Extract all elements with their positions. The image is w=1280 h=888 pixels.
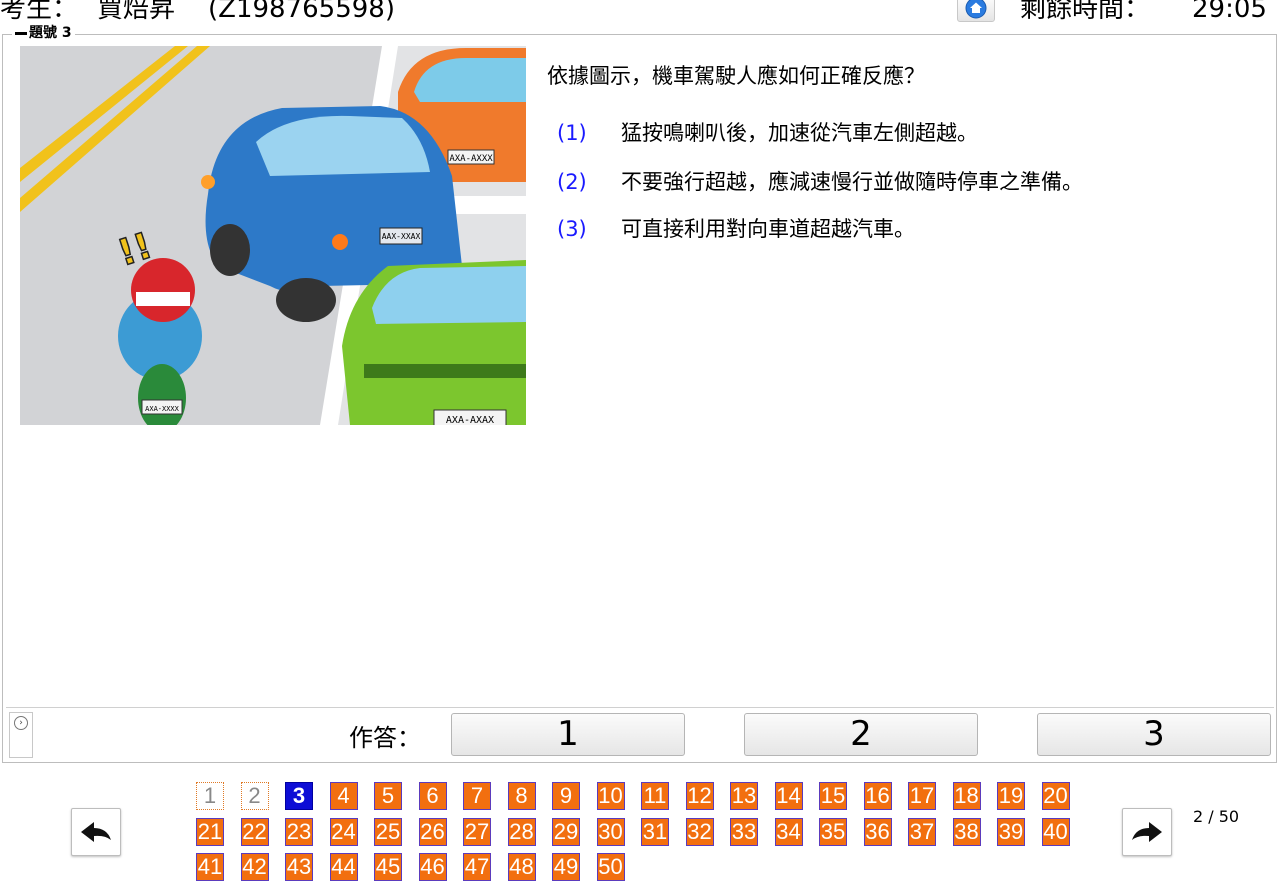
question-nav-item[interactable]: 6	[418, 782, 447, 810]
question-nav-item[interactable]: 7	[463, 782, 491, 810]
time-label: 剩餘時間：	[1020, 0, 1151, 24]
page-counter: 2 / 50	[1193, 807, 1240, 826]
next-question-button[interactable]	[1122, 808, 1172, 856]
question-nav-item[interactable]: 9	[552, 782, 580, 810]
question-nav-item[interactable]: 2	[240, 782, 269, 810]
question-nav-item[interactable]: 28	[507, 817, 536, 846]
question-nav-item[interactable]: 32	[685, 817, 714, 846]
question-nav-item[interactable]: 14	[774, 782, 803, 810]
question-nav-item[interactable]: 29	[552, 817, 580, 846]
question-nav-item[interactable]: 47	[463, 853, 491, 881]
home-icon	[965, 0, 987, 19]
option-3: (3) 可直接利用對向車道超越汽車。	[557, 213, 915, 245]
question-nav-item[interactable]: 19	[997, 782, 1025, 810]
back-arrow-icon	[81, 822, 111, 842]
question-nav-item[interactable]: 21	[196, 817, 224, 846]
examinee-id: (Z198765598)	[208, 0, 395, 24]
question-nav-item[interactable]: 33	[730, 817, 758, 846]
question-nav-item[interactable]: 36	[863, 817, 892, 846]
option-1-number: (1)	[557, 121, 587, 145]
answer-button-3[interactable]: 3	[1037, 713, 1271, 756]
question-number-legend: 題號 3	[12, 25, 75, 41]
chevron-right-circle-icon: ›	[14, 716, 28, 730]
traffic-scene: AXA-AXXX AAX-XXAX AXA-AXAX AXA-XXXX !!	[20, 46, 526, 425]
previous-question-button[interactable]	[71, 808, 121, 856]
answer-label: 作答：	[349, 724, 421, 752]
question-nav-item[interactable]: 40	[1041, 817, 1070, 846]
option-1-text: 猛按鳴喇叭後，加速從汽車左側超越。	[621, 121, 978, 145]
question-nav-item[interactable]: 20	[1041, 782, 1070, 810]
question-nav-item[interactable]: 30	[596, 817, 625, 846]
legend-dash	[15, 31, 27, 35]
question-nav-item[interactable]: 5	[374, 782, 402, 810]
question-nav-item[interactable]: 46	[418, 853, 447, 881]
question-text: 依據圖示，機車駕駛人應如何正確反應？	[547, 64, 925, 88]
question-nav-item[interactable]: 45	[374, 853, 402, 881]
collapse-panel-button[interactable]: ›	[9, 712, 33, 758]
question-nav-item[interactable]: 41	[196, 853, 224, 881]
question-nav-item[interactable]: 39	[997, 817, 1025, 846]
question-nav-item[interactable]: 26	[418, 817, 447, 846]
question-nav-item[interactable]: 13	[730, 782, 758, 810]
question-nav-item[interactable]: 10	[596, 782, 625, 810]
question-nav-item[interactable]: 11	[641, 782, 669, 810]
question-nav-item[interactable]: 38	[952, 817, 981, 846]
plate-blue-text: AAX-XXAX	[382, 232, 421, 241]
home-button[interactable]	[957, 0, 995, 22]
question-nav-item[interactable]: 50	[596, 853, 625, 881]
question-nav-item[interactable]: 31	[641, 817, 669, 846]
question-nav-item[interactable]: 43	[285, 853, 313, 881]
question-nav-item[interactable]: 16	[863, 782, 892, 810]
answer-button-1[interactable]: 1	[451, 713, 685, 756]
question-nav-item[interactable]: 27	[463, 817, 491, 846]
question-nav-item[interactable]: 25	[374, 817, 402, 846]
question-number: 題號 3	[29, 25, 72, 41]
question-nav-item[interactable]: 23	[285, 817, 313, 846]
plate-scooter-text: AXA-XXXX	[145, 405, 180, 413]
plate-green-text: AXA-AXAX	[446, 415, 494, 425]
question-nav-item[interactable]: 24	[329, 817, 358, 846]
question-nav-item[interactable]: 8	[507, 782, 536, 810]
question-illustration: AXA-AXXX AAX-XXAX AXA-AXAX AXA-XXXX !!	[20, 46, 526, 425]
question-nav-item[interactable]: 18	[952, 782, 981, 810]
header-bar: 考生： 賈焙昇 (Z198765598) 剩餘時間： 29:05	[0, 0, 1280, 26]
question-nav-item[interactable]: 22	[240, 817, 269, 846]
plate-orange-text: AXA-AXXX	[449, 154, 493, 164]
question-nav-item[interactable]: 12	[685, 782, 714, 810]
examinee-name: 賈焙昇	[97, 0, 176, 24]
question-nav-item[interactable]: 3	[285, 782, 313, 810]
option-3-number: (3)	[557, 217, 587, 241]
question-nav-item[interactable]: 44	[329, 853, 358, 881]
option-2-number: (2)	[557, 170, 587, 194]
question-nav-item[interactable]: 35	[819, 817, 847, 846]
question-nav-item[interactable]: 1	[196, 782, 224, 810]
option-3-text: 可直接利用對向車道超越汽車。	[621, 217, 915, 241]
forward-arrow-icon	[1132, 822, 1162, 842]
option-1: (1) 猛按鳴喇叭後，加速從汽車左側超越。	[557, 117, 978, 149]
option-2: (2) 不要強行超越，應減速慢行並做隨時停車之準備。	[557, 166, 1083, 198]
time-remaining: 29:05	[1192, 0, 1267, 24]
examinee-label: 考生：	[0, 0, 79, 24]
option-2-text: 不要強行超越，應減速慢行並做隨時停車之準備。	[621, 170, 1083, 194]
question-nav-item[interactable]: 37	[908, 817, 936, 846]
question-nav-item[interactable]: 4	[329, 782, 358, 810]
question-nav-item[interactable]: 34	[774, 817, 803, 846]
question-nav-item[interactable]: 17	[908, 782, 936, 810]
question-nav-item[interactable]: 49	[552, 853, 580, 881]
answer-button-2[interactable]: 2	[744, 713, 978, 756]
question-nav-item[interactable]: 15	[819, 782, 847, 810]
question-nav-item[interactable]: 42	[240, 853, 269, 881]
question-nav-item[interactable]: 48	[507, 853, 536, 881]
